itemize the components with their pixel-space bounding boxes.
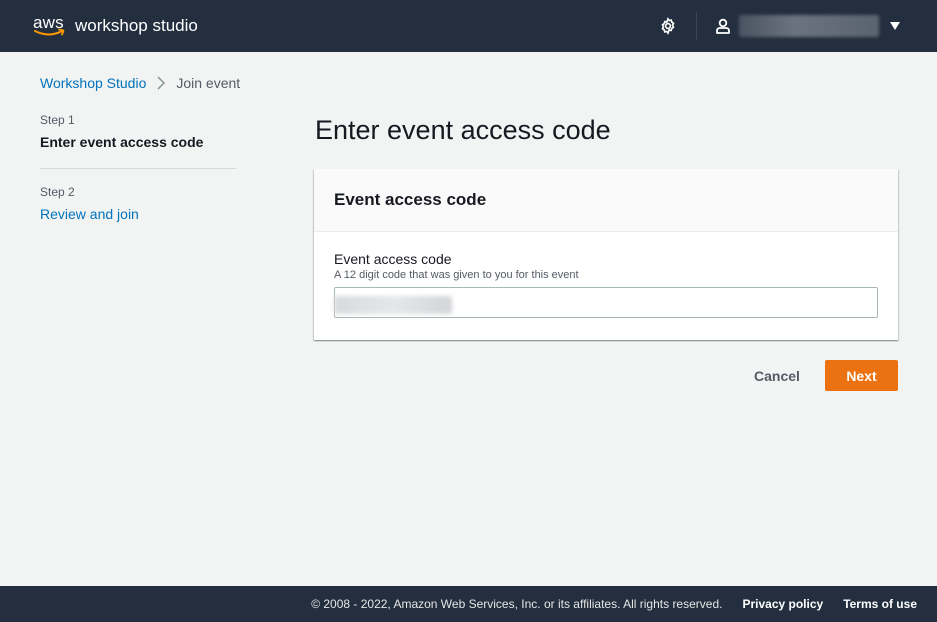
footer: © 2008 - 2022, Amazon Web Services, Inc.…: [0, 586, 937, 622]
brand-name: workshop studio: [75, 16, 198, 35]
next-button[interactable]: Next: [825, 360, 898, 391]
breadcrumb-join-event: Join event: [176, 75, 241, 91]
privacy-policy-link[interactable]: Privacy policy: [742, 597, 823, 611]
panel-body: Event access code A 12 digit code that w…: [314, 232, 898, 318]
step-2-number: Step 2: [40, 185, 75, 199]
access-code-label: Event access code: [334, 251, 452, 267]
cancel-button[interactable]: Cancel: [740, 361, 814, 391]
gear-icon: [661, 17, 675, 35]
aws-smile-icon: [34, 28, 65, 36]
copyright-text: © 2008 - 2022, Amazon Web Services, Inc.…: [311, 597, 723, 611]
step-1-number: Step 1: [40, 113, 75, 127]
access-code-description: A 12 digit code that was given to you fo…: [334, 269, 579, 281]
settings-button[interactable]: [658, 16, 678, 36]
header-divider: [696, 12, 697, 40]
panel-header: Event access code: [314, 169, 898, 232]
step-1-title: Enter event access code: [40, 134, 204, 150]
caret-down-icon: [890, 22, 900, 30]
page-title: Enter event access code: [315, 115, 611, 145]
top-navigation: aws workshop studio: [0, 0, 937, 52]
user-name-redacted: [739, 15, 879, 37]
user-icon: [716, 18, 730, 34]
chevron-right-icon: [157, 76, 166, 90]
aws-logo: aws: [33, 13, 67, 39]
breadcrumb: Workshop Studio Join event: [40, 75, 240, 91]
user-menu-button[interactable]: [715, 15, 901, 37]
access-code-input[interactable]: [334, 287, 878, 318]
step-2-link[interactable]: Review and join: [40, 206, 236, 222]
step-1: Step 1 Enter event access code: [40, 113, 236, 166]
step-2: Step 2 Review and join: [40, 185, 236, 238]
breadcrumb-workshop-studio[interactable]: Workshop Studio: [40, 75, 146, 91]
header-utilities: [658, 0, 937, 52]
event-access-code-panel: Event access code Event access code A 12…: [314, 169, 898, 340]
step-divider: [40, 168, 236, 169]
wizard-steps: Step 1 Enter event access code Step 2 Re…: [40, 113, 236, 238]
brand-logo-link[interactable]: aws workshop studio: [33, 13, 198, 39]
terms-of-use-link[interactable]: Terms of use: [843, 597, 917, 611]
